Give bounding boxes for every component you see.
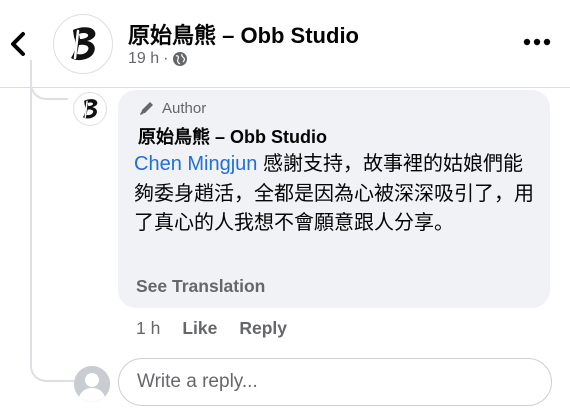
back-button[interactable] xyxy=(4,26,32,62)
comment-bubble: Author 原始鳥熊 – Obb Studio Chen Mingjun 感謝… xyxy=(118,90,550,308)
comment-avatar[interactable] xyxy=(73,92,107,126)
post-time[interactable]: 19 h xyxy=(128,50,159,68)
comment-author-name[interactable]: 原始鳥熊 – Obb Studio xyxy=(138,123,327,149)
more-options-button[interactable] xyxy=(520,30,554,54)
author-badge-label: Author xyxy=(162,99,207,117)
comment-actions: 1 h Like Reply xyxy=(136,318,287,339)
header-divider xyxy=(0,87,570,88)
obb-logo-icon xyxy=(82,99,98,119)
globe-icon xyxy=(173,52,188,66)
reply-input[interactable] xyxy=(118,358,552,406)
thread-connector xyxy=(30,60,68,100)
comment-time[interactable]: 1 h xyxy=(136,318,160,339)
more-dots-icon xyxy=(523,38,551,46)
mention-link[interactable]: Chen Mingjun xyxy=(134,153,257,175)
reply-connector xyxy=(30,330,74,382)
meta-separator: · xyxy=(163,50,169,67)
like-button[interactable]: Like xyxy=(182,318,217,339)
post-meta: 19 h · xyxy=(128,50,188,68)
comment-text: Chen Mingjun 感謝支持，故事裡的姑娘們能夠委身趙活，全都是因為心被深… xyxy=(134,150,540,239)
user-avatar xyxy=(74,366,110,402)
author-badge: Author xyxy=(138,99,206,117)
default-user-icon xyxy=(74,366,110,402)
pen-icon xyxy=(140,102,153,115)
thread-line xyxy=(30,88,32,356)
reply-button[interactable]: Reply xyxy=(239,318,287,339)
chevron-left-icon xyxy=(11,32,25,56)
post-header: 原始鳥熊 – Obb Studio 19 h · xyxy=(0,0,570,86)
page-name[interactable]: 原始鳥熊 – Obb Studio xyxy=(128,18,359,50)
see-translation-link[interactable]: See Translation xyxy=(136,276,265,297)
